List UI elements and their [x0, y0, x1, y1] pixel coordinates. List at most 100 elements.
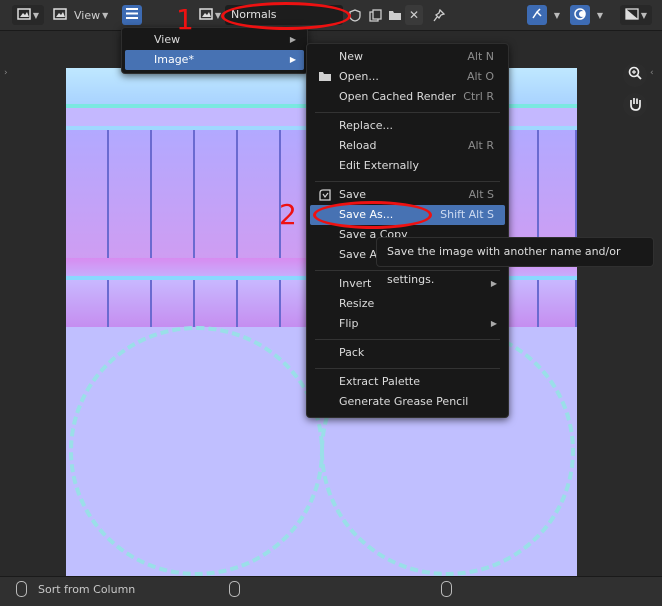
menu-item-label: New [339, 50, 363, 63]
right-region-toggle-icon[interactable]: ‹ [650, 68, 654, 78]
tooltip: Save the image with another name and/or … [376, 237, 654, 286]
submenu-arrow-icon: ▶ [490, 279, 497, 288]
editor-menu-button[interactable] [122, 5, 142, 25]
gizmo-icon [531, 7, 543, 23]
shortcut-label: Alt R [467, 139, 494, 152]
menu-item-pack[interactable]: Pack [310, 343, 505, 363]
image-browse-icon [199, 7, 213, 23]
display-channels-button[interactable]: ▼ [620, 5, 652, 25]
annotation-ellipse-2 [313, 201, 432, 229]
shortcut-label: Shift Alt S [440, 208, 494, 221]
editor-type-button[interactable]: ▼ [12, 5, 44, 25]
submenu-arrow-icon: ▶ [289, 35, 296, 44]
texture-column [109, 130, 152, 260]
menu-item-label: Reload [339, 139, 377, 152]
hand-icon [628, 96, 642, 115]
menu-item-image[interactable]: Image* ▶ [125, 50, 304, 70]
chevron-down-icon: ▼ [32, 10, 40, 20]
texture-column [66, 280, 109, 327]
chevron-down-icon: ▼ [553, 10, 561, 20]
gizmo-dropdown[interactable]: ▼ [549, 5, 563, 25]
menu-item-save[interactable]: Save Alt S [310, 185, 505, 205]
mouse-middle-icon [229, 581, 240, 597]
menu-separator [315, 181, 500, 182]
menu-item-label: Replace... [339, 119, 394, 132]
view-menu-button[interactable]: View ▼ [68, 5, 116, 25]
menu-item-label: Save A [339, 248, 378, 261]
texture-ring-left [69, 326, 324, 576]
save-icon [319, 189, 331, 201]
pin-icon[interactable] [430, 5, 448, 25]
chevron-down-icon: ▼ [102, 10, 109, 20]
menu-item-label: Open Cached Render [339, 90, 456, 103]
zoom-icon [628, 66, 642, 84]
editor-menu: View ▶ Image* ▶ [121, 27, 308, 74]
menu-separator [315, 339, 500, 340]
menu-item-resize[interactable]: Resize [310, 294, 505, 314]
shortcut-label: Alt N [467, 50, 494, 63]
menu-item-label: Open... [339, 70, 379, 83]
annotation-number-1: 1 [176, 3, 194, 36]
menu-item-edit-externally[interactable]: Edit Externally [310, 156, 505, 176]
pan-tool-button[interactable] [623, 93, 647, 117]
overlay-toggle[interactable] [570, 5, 590, 25]
menu-item-label: Generate Grease Pencil [339, 395, 469, 408]
submenu-arrow-icon: ▶ [490, 319, 497, 328]
overlay-icon [574, 7, 586, 23]
hamburger-icon [126, 8, 138, 22]
chevron-down-icon: ▼ [596, 10, 604, 20]
menu-separator [315, 112, 500, 113]
menu-item-reload[interactable]: Reload Alt R [310, 136, 505, 156]
shortcut-label: Alt O [466, 70, 494, 83]
texture-column [109, 280, 152, 327]
image-editor-icon [17, 7, 31, 23]
annotation-number-2: 2 [279, 198, 297, 231]
menu-item-label: Resize [339, 297, 375, 310]
menu-item-generate-grease-pencil[interactable]: Generate Grease Pencil [310, 392, 505, 412]
chevron-down-icon: ▼ [640, 10, 648, 20]
menu-item-open[interactable]: Open... Alt O [310, 67, 505, 87]
menu-item-label: Extract Palette [339, 375, 420, 388]
texture-column [539, 280, 577, 327]
view-mode-button[interactable] [52, 5, 68, 25]
display-channels-icon [625, 7, 639, 23]
menu-item-extract-palette[interactable]: Extract Palette [310, 372, 505, 392]
menu-item-new[interactable]: New Alt N [310, 47, 505, 67]
overlay-dropdown[interactable]: ▼ [592, 5, 606, 25]
annotation-ellipse-1 [221, 2, 351, 30]
texture-column [152, 280, 195, 327]
menu-item-replace[interactable]: Replace... [310, 116, 505, 136]
menu-item-label: Edit Externally [339, 159, 420, 172]
menu-item-label: Pack [339, 346, 365, 359]
texture-column [195, 280, 238, 327]
close-icon[interactable]: ✕ [405, 5, 423, 25]
status-text: Sort from Column [38, 583, 136, 596]
menu-item-flip[interactable]: Flip ▶ [310, 314, 505, 334]
shortcut-label: Ctrl R [463, 90, 494, 103]
zoom-tool-button[interactable] [623, 63, 647, 87]
mouse-right-icon [441, 581, 452, 597]
mouse-left-icon [16, 581, 27, 597]
view-menu-label: View [74, 8, 101, 22]
texture-column [152, 130, 195, 260]
menu-item-open-cached-render[interactable]: Open Cached Render Ctrl R [310, 87, 505, 107]
duplicate-icon[interactable] [366, 5, 384, 25]
menu-item-view[interactable]: View ▶ [125, 30, 304, 50]
menu-item-label: Image* [154, 53, 194, 66]
shortcut-label: Alt S [468, 188, 494, 201]
texture-column [195, 130, 238, 260]
gizmo-toggle[interactable] [527, 5, 547, 25]
image-view-icon [53, 7, 67, 23]
menu-item-label: Invert [339, 277, 372, 290]
menu-separator [315, 368, 500, 369]
texture-column [66, 130, 109, 260]
texture-column [238, 130, 281, 260]
menu-item-label: Save [339, 188, 367, 201]
folder-icon [319, 71, 331, 83]
menu-item-label: Flip [339, 317, 359, 330]
submenu-arrow-icon: ▶ [289, 55, 296, 64]
image-browse-button[interactable]: ▼ [196, 5, 224, 25]
left-region-toggle-icon[interactable]: › [4, 68, 8, 78]
image-submenu: New Alt N Open... Alt O Open Cached Rend… [306, 43, 509, 418]
folder-icon[interactable] [386, 5, 404, 25]
